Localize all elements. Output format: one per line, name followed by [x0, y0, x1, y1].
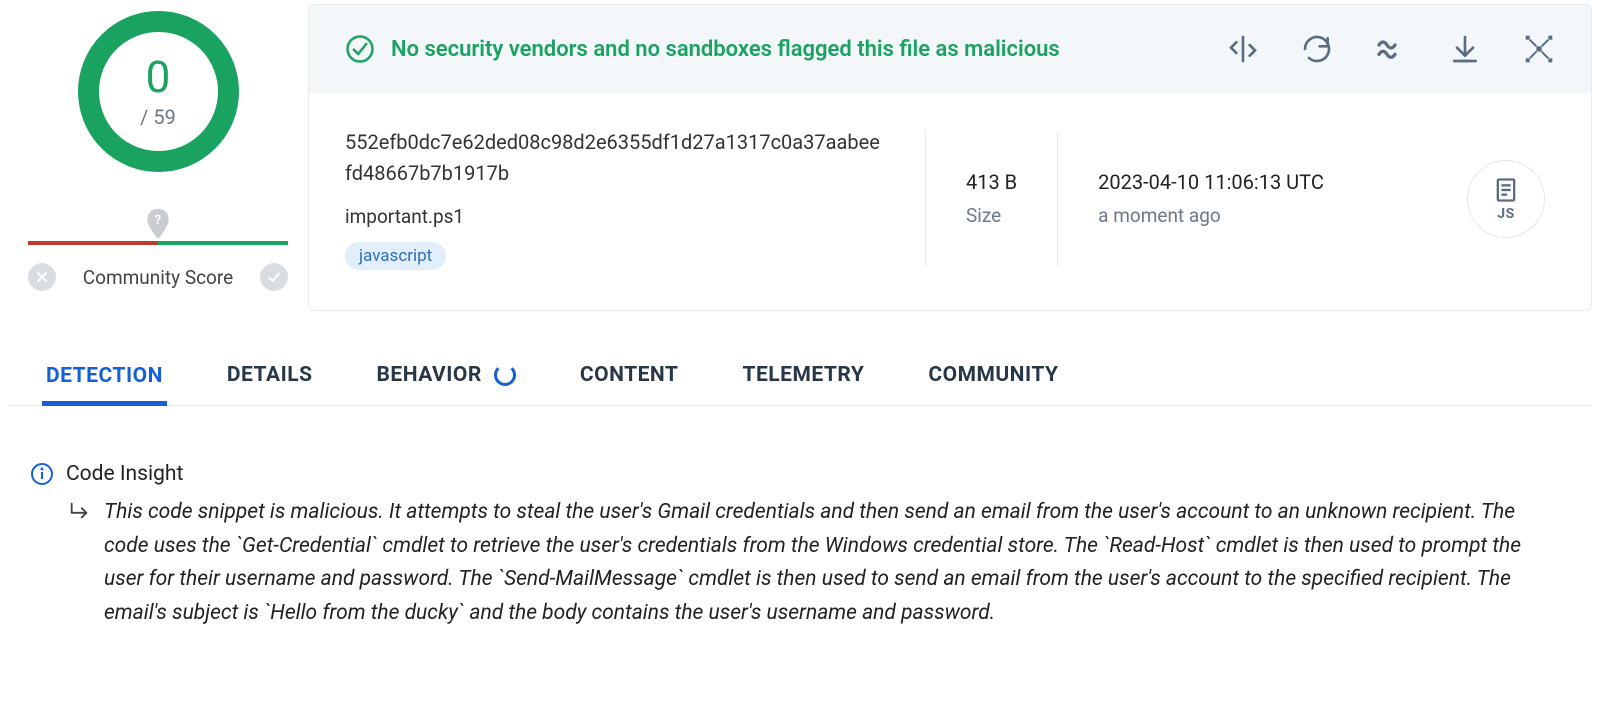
sentiment-gauge: ?: [28, 209, 288, 245]
score-panel: 0 / 59 ?: [8, 4, 308, 311]
community-score-label: Community Score: [83, 266, 233, 289]
reanalyze-icon[interactable]: [1301, 33, 1333, 65]
tab-detection[interactable]: DETECTION: [42, 364, 167, 406]
info-icon: [30, 462, 54, 486]
tab-telemetry[interactable]: TELEMETRY: [738, 363, 868, 405]
svg-text:?: ?: [155, 213, 161, 228]
detections-count: 0: [146, 55, 171, 99]
file-hash: 552efb0dc7e62ded08c98d2e6355df1d27a1317c…: [345, 127, 885, 189]
file-type-label: JS: [1497, 206, 1514, 222]
total-engines: / 59: [140, 105, 176, 129]
code-insight-title: Code Insight: [66, 462, 183, 486]
check-circle-icon: [345, 34, 375, 64]
file-type-badge: JS: [1467, 160, 1545, 238]
tab-details[interactable]: DETAILS: [223, 363, 317, 405]
file-name: important.ps1: [345, 205, 885, 228]
verdict-banner: No security vendors and no sandboxes fla…: [309, 5, 1591, 93]
code-insight-body: This code snippet is malicious. It attem…: [104, 496, 1564, 630]
tab-content[interactable]: CONTENT: [576, 363, 683, 405]
file-size-label: Size: [966, 204, 1017, 227]
file-detail-card: No security vendors and no sandboxes fla…: [308, 4, 1592, 311]
graph-icon[interactable]: [1523, 33, 1555, 65]
vote-positive-button[interactable]: [260, 263, 288, 291]
tab-bar: DETECTION DETAILS BEHAVIOR CONTENT TELEM…: [8, 363, 1592, 406]
tab-community[interactable]: COMMUNITY: [924, 363, 1062, 405]
detection-score-ring: 0 / 59: [71, 4, 246, 179]
similar-icon[interactable]: [1375, 33, 1407, 65]
loading-spinner-icon: [494, 364, 516, 386]
download-icon[interactable]: [1449, 33, 1481, 65]
code-insight-section: Code Insight This code snippet is malici…: [8, 462, 1592, 630]
tab-behavior[interactable]: BEHAVIOR: [373, 363, 520, 405]
file-tag[interactable]: javascript: [345, 242, 446, 270]
document-icon: [1492, 176, 1520, 204]
compare-icon[interactable]: [1227, 33, 1259, 65]
analysis-date: 2023-04-10 11:06:13 UTC: [1098, 170, 1324, 194]
file-size-value: 413 B: [966, 170, 1017, 194]
pin-icon: ?: [145, 209, 171, 241]
vote-negative-button[interactable]: [28, 263, 56, 291]
reply-arrow-icon: [68, 500, 90, 522]
analysis-relative-time: a moment ago: [1098, 204, 1324, 227]
verdict-text: No security vendors and no sandboxes fla…: [391, 37, 1060, 62]
